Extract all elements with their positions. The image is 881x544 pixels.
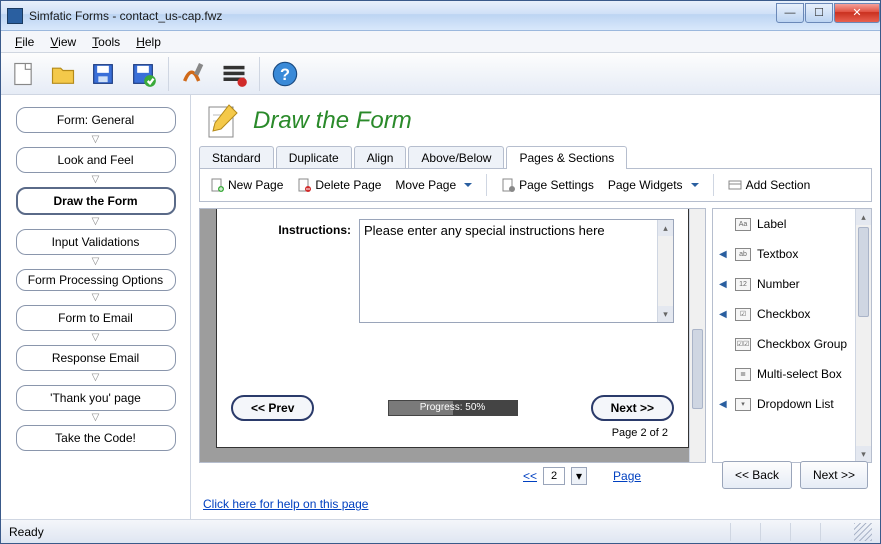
step-response-email[interactable]: Response Email: [16, 345, 176, 371]
progress-bar: Progress: 50%: [388, 400, 518, 416]
delete-page-button[interactable]: Delete Page: [297, 178, 381, 192]
window-title: Simfatic Forms - contact_us-cap.fwz: [29, 9, 775, 23]
statusbar: Ready: [1, 519, 880, 543]
close-button[interactable]: ✕: [834, 3, 880, 23]
toolbar: ?: [1, 53, 880, 95]
menu-file[interactable]: File: [7, 33, 42, 51]
palette-scrollbar[interactable]: ▴▾: [855, 209, 871, 462]
save-button[interactable]: [85, 56, 121, 92]
first-page-link[interactable]: <<: [523, 469, 537, 483]
menu-help[interactable]: Help: [128, 33, 169, 51]
palette-item-dropdown[interactable]: ◀▾Dropdown List: [713, 389, 855, 419]
app-icon: [7, 8, 23, 24]
help-link[interactable]: Click here for help on this page: [191, 489, 880, 519]
palette-item-number[interactable]: ◀12Number: [713, 269, 855, 299]
page-link[interactable]: Page: [613, 469, 641, 483]
page-count: Page 2 of 2: [612, 427, 668, 439]
wizard-back-button[interactable]: << Back: [722, 461, 792, 489]
save-as-button[interactable]: [125, 56, 161, 92]
page-dropdown[interactable]: ▾: [571, 467, 587, 485]
next-button[interactable]: Next >>: [591, 395, 674, 421]
arrow-icon: ▽: [92, 413, 100, 423]
page-number-input[interactable]: [543, 467, 565, 485]
minimize-button[interactable]: —: [776, 3, 804, 23]
page-widgets-dropdown[interactable]: Page Widgets: [608, 178, 699, 192]
step-form-to-email[interactable]: Form to Email: [16, 305, 176, 331]
pages-toolbar: New Page Delete Page Move Page Page Sett…: [199, 168, 872, 202]
menu-view[interactable]: View: [42, 33, 84, 51]
draw-form-icon: [203, 101, 243, 141]
arrow-icon: ▽: [92, 175, 100, 185]
page-settings-button[interactable]: Page Settings: [501, 178, 594, 192]
arrow-icon: ▽: [92, 333, 100, 343]
wizard-next-button[interactable]: Next >>: [800, 461, 868, 489]
arrow-icon: ▽: [92, 217, 100, 227]
palette-item-multiselect[interactable]: ≣Multi-select Box: [713, 359, 855, 389]
step-take-the-code[interactable]: Take the Code!: [16, 425, 176, 451]
form-page[interactable]: Instructions: Please enter any special i…: [216, 209, 689, 448]
step-look-and-feel[interactable]: Look and Feel: [16, 147, 176, 173]
step-form-processing-options[interactable]: Form Processing Options: [16, 269, 176, 291]
palette-item-checkbox[interactable]: ◀☑Checkbox: [713, 299, 855, 329]
help-button[interactable]: ?: [267, 56, 303, 92]
menu-tools[interactable]: Tools: [84, 33, 128, 51]
tab-standard[interactable]: Standard: [199, 146, 274, 169]
wizard-sidebar: Form: General ▽ Look and Feel ▽ Draw the…: [1, 95, 191, 519]
step-form-general[interactable]: Form: General: [16, 107, 176, 133]
tab-duplicate[interactable]: Duplicate: [276, 146, 352, 169]
palette-item-checkbox-group[interactable]: ☑☑Checkbox Group: [713, 329, 855, 359]
app-window: Simfatic Forms - contact_us-cap.fwz — ☐ …: [0, 0, 881, 544]
status-text: Ready: [9, 525, 44, 539]
action-button[interactable]: [216, 56, 252, 92]
arrow-icon: ▽: [92, 257, 100, 267]
page-title: Draw the Form: [253, 107, 412, 135]
settings-button[interactable]: [176, 56, 212, 92]
open-file-button[interactable]: [45, 56, 81, 92]
tab-align[interactable]: Align: [354, 146, 407, 169]
instructions-label: Instructions:: [231, 219, 351, 323]
arrow-icon: ▽: [92, 373, 100, 383]
main-panel: Draw the Form Standard Duplicate Align A…: [191, 95, 880, 519]
step-draw-the-form[interactable]: Draw the Form: [16, 187, 176, 215]
titlebar: Simfatic Forms - contact_us-cap.fwz — ☐ …: [1, 1, 880, 31]
tabbar: Standard Duplicate Align Above/Below Pag…: [191, 146, 880, 169]
step-input-validations[interactable]: Input Validations: [16, 229, 176, 255]
svg-text:?: ?: [280, 65, 290, 83]
tab-pages-sections[interactable]: Pages & Sections: [506, 146, 627, 169]
palette-item-label[interactable]: AaLabel: [713, 209, 855, 239]
form-canvas[interactable]: Instructions: Please enter any special i…: [199, 208, 706, 463]
resize-grip[interactable]: [854, 523, 872, 541]
textarea-scrollbar[interactable]: ▴▾: [657, 220, 673, 322]
instructions-textarea[interactable]: Please enter any special instructions he…: [359, 219, 674, 323]
maximize-button[interactable]: ☐: [805, 3, 833, 23]
arrow-icon: ▽: [92, 135, 100, 145]
move-page-dropdown[interactable]: Move Page: [395, 178, 472, 192]
menubar: File View Tools Help: [1, 31, 880, 53]
widget-palette: AaLabel ◀abTextbox ◀12Number ◀☑Checkbox …: [712, 208, 872, 463]
step-thank-you-page[interactable]: 'Thank you' page: [16, 385, 176, 411]
add-section-button[interactable]: Add Section: [728, 178, 811, 192]
palette-item-textbox[interactable]: ◀abTextbox: [713, 239, 855, 269]
page-heading: Draw the Form: [191, 95, 880, 145]
tab-above-below[interactable]: Above/Below: [408, 146, 504, 169]
arrow-icon: ▽: [92, 293, 100, 303]
prev-button[interactable]: << Prev: [231, 395, 314, 421]
canvas-scrollbar[interactable]: [689, 209, 705, 462]
new-file-button[interactable]: [5, 56, 41, 92]
new-page-button[interactable]: New Page: [210, 178, 283, 192]
